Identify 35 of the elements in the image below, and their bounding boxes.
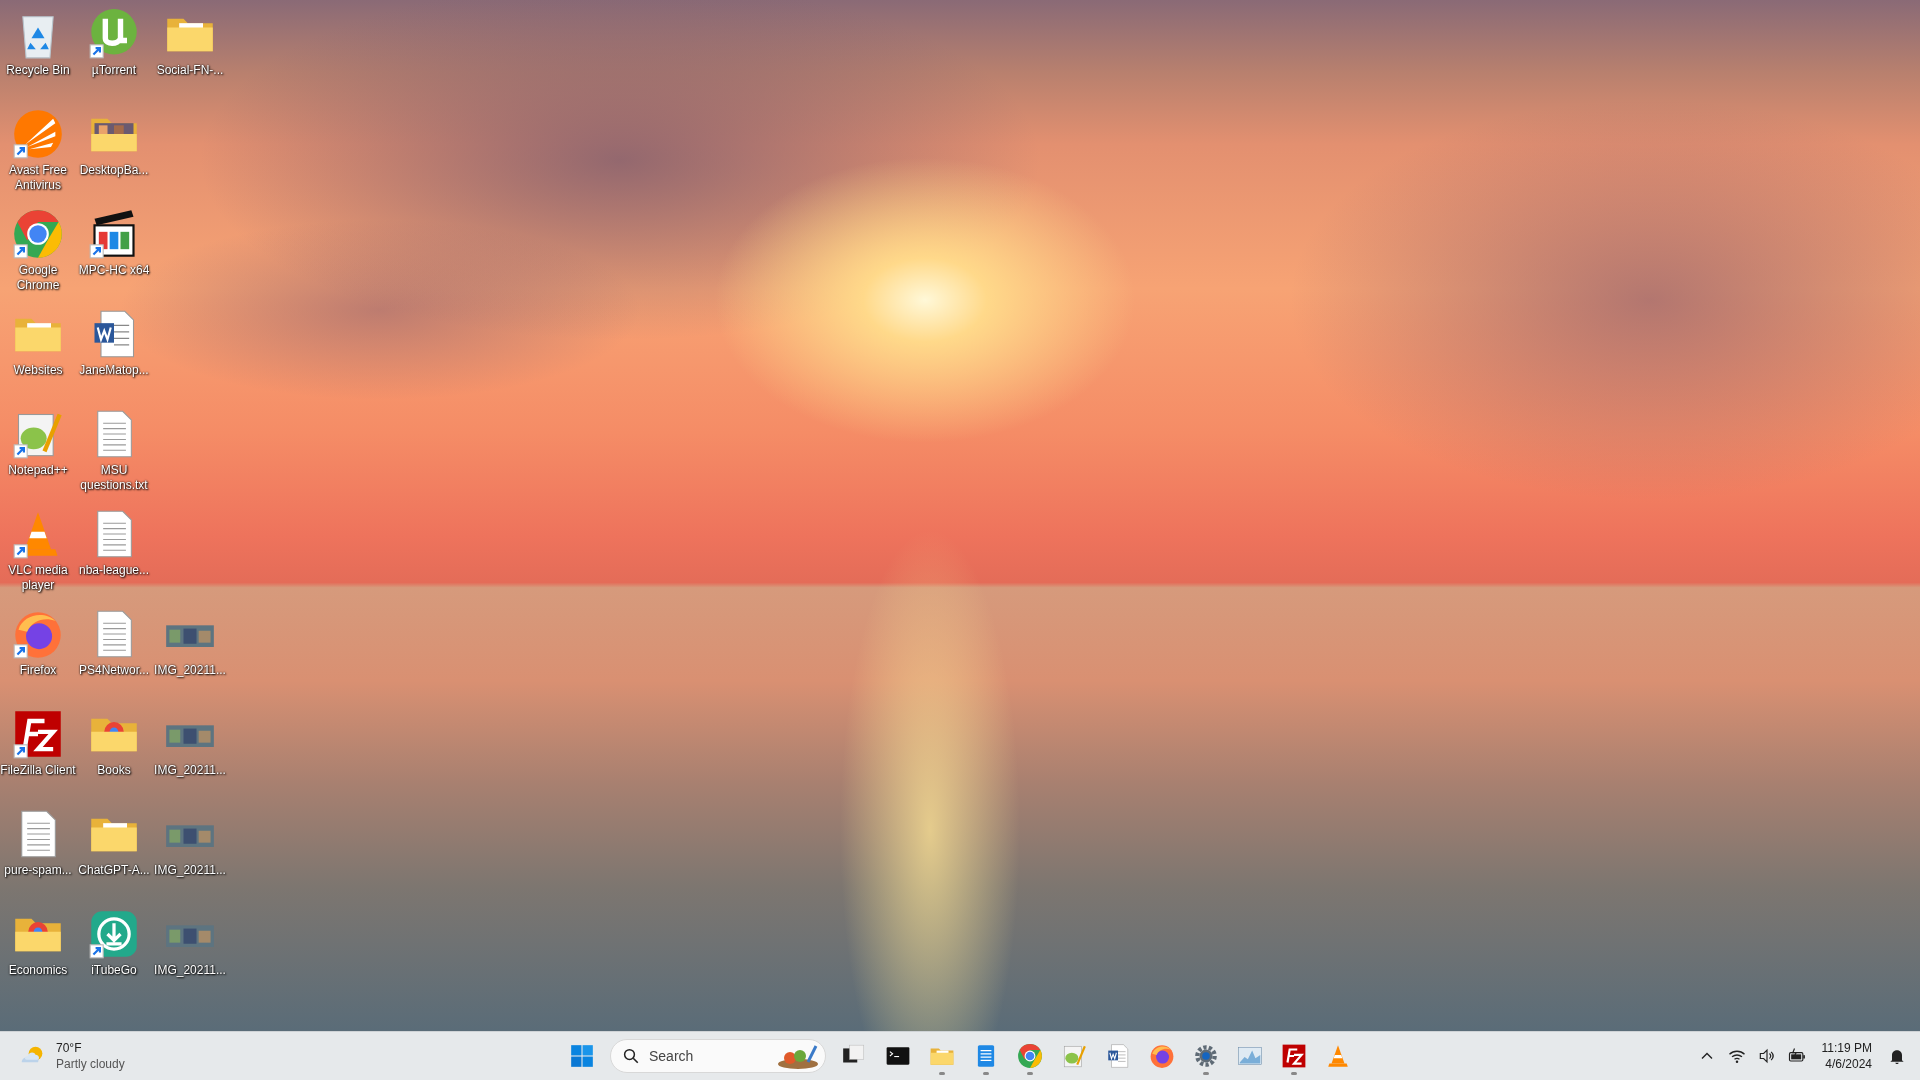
desktop-icon[interactable]: µTorrent — [76, 2, 152, 102]
desktop-icon[interactable]: IMG_20211... — [152, 602, 228, 702]
chrome-logo-icon — [1017, 1043, 1043, 1069]
desktop-icon[interactable]: IMG_20211... — [152, 702, 228, 802]
desktop-icon[interactable]: pure-spam... — [0, 802, 76, 902]
desktop-icon[interactable]: Notepad++ — [0, 402, 76, 502]
desktop-icon[interactable]: iTubeGo — [76, 902, 152, 1002]
desktop-icon[interactable]: JaneMatop... — [76, 302, 152, 402]
desktop-icon[interactable]: ChatGPT-A... — [76, 802, 152, 902]
search-field[interactable]: Search — [610, 1039, 826, 1073]
desktop-icon[interactable]: Social-FN-... — [152, 2, 228, 102]
weather-widget[interactable]: 70°F Partly cloudy — [14, 1038, 129, 1074]
desktop-icon[interactable]: Recycle Bin — [0, 2, 76, 102]
desktop-icon[interactable]: MSU questions.txt — [76, 402, 152, 502]
desktop-icon[interactable]: VLC media player — [0, 502, 76, 602]
clock[interactable]: 11:19 PM 4/6/2024 — [1813, 1040, 1880, 1072]
desktop-icon[interactable]: FileZilla Client — [0, 702, 76, 802]
desktop-icon[interactable]: Economics — [0, 902, 76, 1002]
word-document-icon — [1105, 1043, 1131, 1069]
desktop-icon[interactable]: Google Chrome — [0, 202, 76, 302]
notepad-pencil-icon — [1061, 1043, 1087, 1069]
settings-icon — [1193, 1043, 1219, 1069]
desktop-icon[interactable]: Firefox — [0, 602, 76, 702]
fz-logo-icon — [1281, 1043, 1307, 1069]
fox-globe-icon — [1149, 1043, 1175, 1069]
desktop-icon[interactable]: IMG_20211... — [152, 802, 228, 902]
desktop-icon[interactable]: nba-league... — [76, 502, 152, 602]
desktop-icon[interactable]: IMG_20211... — [152, 902, 228, 1002]
desktop-icon[interactable]: MPC-HC x64 — [76, 202, 152, 302]
desktop-icon[interactable]: Books — [76, 702, 152, 802]
desktop-icon[interactable]: Websites — [0, 302, 76, 402]
desktop-icon[interactable]: PS4Networ... — [76, 602, 152, 702]
desktop-icon[interactable]: Avast Free Antivirus — [0, 102, 76, 202]
desktop-icon[interactable]: DesktopBa... — [76, 102, 152, 202]
windows-logo-icon — [569, 1043, 595, 1069]
